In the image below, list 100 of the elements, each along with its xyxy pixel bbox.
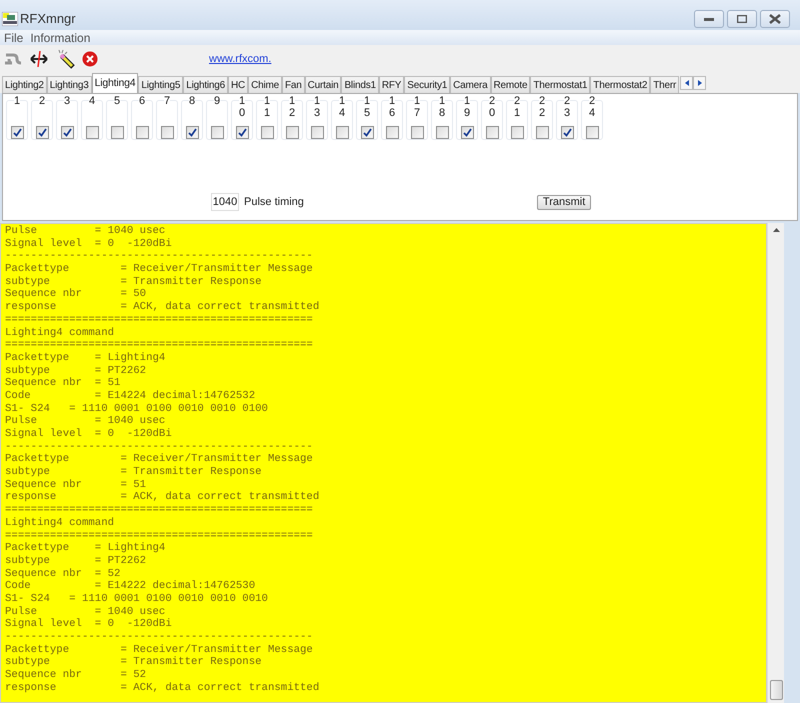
log-line: response = ACK, data correct transmitted	[5, 491, 320, 504]
scrollbar-thumb[interactable]	[770, 680, 782, 700]
checkbox[interactable]	[186, 126, 198, 139]
close-icon	[769, 14, 781, 24]
log-line: Sequence nbr = 50	[5, 288, 148, 302]
switch-number: 18	[438, 95, 446, 120]
tab[interactable]: Security1	[404, 76, 450, 93]
log-line: subtype = PT2262	[5, 364, 148, 377]
tab[interactable]: Lighting5	[138, 76, 184, 93]
menu-item[interactable]: Information	[30, 28, 90, 46]
log-line: Signal level = 0 -120dBi	[5, 618, 173, 631]
switch-number: 13	[314, 95, 320, 120]
tab[interactable]: Curtain	[304, 76, 342, 93]
tab[interactable]: RFY	[378, 76, 404, 93]
switch-number: 15	[364, 95, 370, 120]
checkbox[interactable]	[410, 126, 424, 139]
log-line: subtype = Transmitter Response	[5, 656, 263, 669]
log-line: response = ACK, data correct transmitted	[5, 682, 320, 694]
log-line: Code = E14224 decimal:14762532	[5, 390, 256, 403]
checkbox[interactable]	[136, 126, 148, 139]
log-line: Packettype = Receiver/Transmitter Message	[5, 263, 314, 276]
tab[interactable]: Blinds1	[341, 76, 379, 93]
wand-icon[interactable]	[56, 49, 76, 69]
checkbox[interactable]	[360, 126, 374, 139]
checkbox[interactable]	[110, 126, 124, 139]
tab[interactable]: Thermostat1	[530, 76, 590, 93]
log-line: Pulse = 1040 usec	[5, 225, 166, 238]
switch-number: 16	[388, 95, 396, 120]
log-line: Lighting4 command	[5, 516, 116, 530]
checkbox[interactable]	[160, 126, 174, 139]
log-line: Signal level = 0 -120dBi	[5, 428, 173, 441]
log-line: Sequence nbr = 51	[5, 478, 148, 492]
log-line: ------------------------------------------------	[5, 440, 314, 453]
log-line: ================================================	[5, 530, 314, 542]
tab[interactable]: Camera	[450, 76, 491, 93]
disconnect-icon[interactable]	[30, 51, 48, 67]
checkbox[interactable]	[236, 126, 248, 139]
log-line: ================================================	[5, 504, 314, 517]
checkbox[interactable]	[260, 126, 274, 139]
checkbox[interactable]	[210, 126, 224, 139]
log-line: Sequence nbr = 52	[5, 568, 122, 580]
checkbox[interactable]	[560, 126, 574, 139]
tab[interactable]: Fan	[282, 76, 305, 93]
checkbox[interactable]	[310, 126, 324, 139]
menu-item[interactable]: File	[4, 28, 24, 46]
tab[interactable]: Lighting2	[2, 76, 47, 93]
scroll-up-icon[interactable]	[772, 228, 780, 232]
website-link[interactable]: www.rfxcom.	[209, 50, 272, 68]
minimize-button[interactable]	[694, 10, 724, 28]
checkbox[interactable]	[86, 126, 98, 139]
log-line: Signal level = 0 -120dBi	[5, 238, 173, 250]
scroll-left-button[interactable]	[680, 76, 694, 90]
maximize-button[interactable]	[727, 10, 757, 28]
tab[interactable]: Lighting6	[183, 76, 228, 93]
checkbox[interactable]	[486, 126, 498, 139]
switch-number: 23	[564, 95, 570, 120]
switch-number: 20	[488, 95, 496, 120]
log-line: ------------------------------------------------	[5, 250, 314, 263]
switch-number: 10	[238, 95, 246, 120]
left-arrow-icon	[684, 80, 689, 86]
log-line: subtype = Transmitter Response	[5, 276, 263, 288]
close-button[interactable]	[760, 10, 790, 28]
stop-icon[interactable]	[82, 51, 98, 67]
checkbox[interactable]	[10, 126, 24, 139]
log-line: Packettype = Lighting4	[5, 542, 166, 555]
checkbox[interactable]	[386, 126, 398, 139]
log-line: Lighting4 command	[5, 326, 116, 340]
log-line: ================================================	[5, 339, 314, 352]
checkbox[interactable]	[36, 126, 48, 139]
tab[interactable]: Lighting4	[92, 73, 138, 93]
log-line: Pulse = 1040 usec	[5, 415, 166, 428]
checkbox[interactable]	[460, 126, 474, 139]
log-line: Packettype = Lighting4	[5, 352, 166, 365]
tab[interactable]: HC	[228, 76, 248, 93]
log-line: Packettype = Receiver/Transmitter Message	[5, 453, 314, 466]
checkbox[interactable]	[536, 126, 548, 139]
checkbox[interactable]	[60, 126, 74, 139]
checkbox[interactable]	[586, 126, 598, 139]
pulse-timing-label: Pulse timing	[244, 194, 304, 210]
log-line: Code = E14222 decimal:14762530	[5, 580, 256, 593]
pulse-timing-field[interactable]: 1040	[211, 193, 239, 211]
tab[interactable]: Thermostat2	[590, 76, 650, 93]
log-line: subtype = Transmitter Response	[5, 466, 263, 479]
checkbox[interactable]	[510, 126, 524, 139]
log-line: Packettype = Receiver/Transmitter Message	[5, 644, 314, 656]
tab[interactable]: Chime	[248, 76, 282, 93]
plug-icon[interactable]	[4, 51, 22, 67]
tab[interactable]: Lighting3	[46, 76, 92, 93]
transmit-button[interactable]: Transmit	[536, 194, 592, 210]
scroll-right-button[interactable]	[693, 76, 706, 90]
tab[interactable]: Remote	[490, 76, 530, 93]
tab[interactable]: Therr	[650, 76, 680, 93]
checkbox[interactable]	[436, 126, 448, 139]
log-line: response = ACK, data correct transmitted	[5, 301, 320, 314]
checkbox[interactable]	[336, 126, 348, 139]
checkbox[interactable]	[286, 126, 298, 139]
app-icon	[2, 12, 18, 26]
log-line: S1- S24 = 1110 0001 0100 0010 0010 0010	[5, 592, 269, 606]
log-line: Sequence nbr = 52	[5, 669, 148, 682]
scrollbar[interactable]	[767, 223, 784, 703]
